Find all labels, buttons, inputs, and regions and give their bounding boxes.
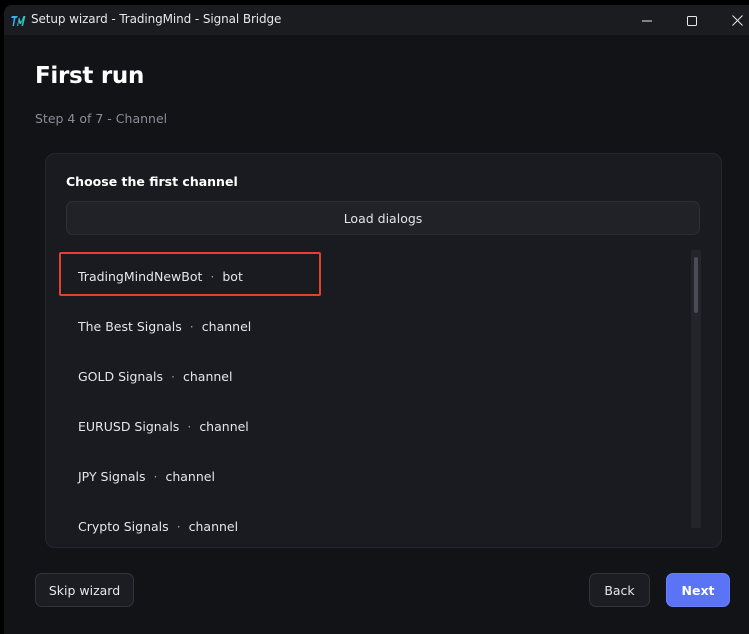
list-item[interactable]: JPY Signals · channel xyxy=(56,451,686,501)
next-button[interactable]: Next xyxy=(666,573,730,607)
dialog-separator: · xyxy=(176,518,181,534)
maximize-button[interactable] xyxy=(669,5,715,35)
close-button[interactable] xyxy=(714,5,749,35)
dialog-separator: · xyxy=(171,368,175,384)
skip-wizard-button[interactable]: Skip wizard xyxy=(35,573,134,607)
dialog-kind: channel xyxy=(188,518,239,534)
list-item[interactable]: GOLD Signals · channel xyxy=(56,351,686,401)
dialog-name: GOLD Signals xyxy=(78,368,163,384)
dialog-name: The Best Signals xyxy=(78,318,182,334)
list-scrollbar-thumb[interactable] xyxy=(694,257,698,313)
dialog-name: JPY Signals xyxy=(78,468,146,484)
page-title: First run xyxy=(35,63,145,89)
back-button[interactable]: Back xyxy=(589,573,650,607)
minimize-button[interactable] xyxy=(624,5,670,35)
maximize-icon xyxy=(687,11,697,30)
load-dialogs-button[interactable]: Load dialogs xyxy=(66,201,700,235)
channel-card: Choose the first channel Load dialogs Tr… xyxy=(45,153,722,548)
dialog-separator: · xyxy=(153,468,158,484)
list-item[interactable]: EURUSD Signals · channel xyxy=(56,401,686,451)
window-title: Setup wizard - TradingMind - Signal Brid… xyxy=(31,12,282,26)
dialog-separator: · xyxy=(187,418,192,434)
tradingmind-logo-icon xyxy=(11,13,26,27)
step-indicator: Step 4 of 7 - Channel xyxy=(35,111,168,126)
list-item[interactable]: Crypto Signals · channel xyxy=(56,501,686,547)
dialog-separator: · xyxy=(189,318,194,334)
dialog-kind: channel xyxy=(199,418,249,434)
list-item[interactable]: The Best Signals · channel xyxy=(56,301,686,351)
card-title: Choose the first channel xyxy=(66,174,238,189)
selection-highlight xyxy=(59,252,321,296)
dialog-name: EURUSD Signals xyxy=(78,418,180,434)
dialog-kind: channel xyxy=(182,368,233,384)
dialog-name: Crypto Signals xyxy=(78,518,169,534)
close-icon xyxy=(731,11,743,30)
minimize-icon xyxy=(642,11,652,30)
screen-edge xyxy=(0,0,4,634)
dialog-kind: channel xyxy=(201,318,252,334)
title-bar[interactable]: Setup wizard - TradingMind - Signal Brid… xyxy=(4,5,749,35)
setup-wizard-window: Setup wizard - TradingMind - Signal Brid… xyxy=(4,5,749,634)
dialog-kind: channel xyxy=(165,468,215,484)
